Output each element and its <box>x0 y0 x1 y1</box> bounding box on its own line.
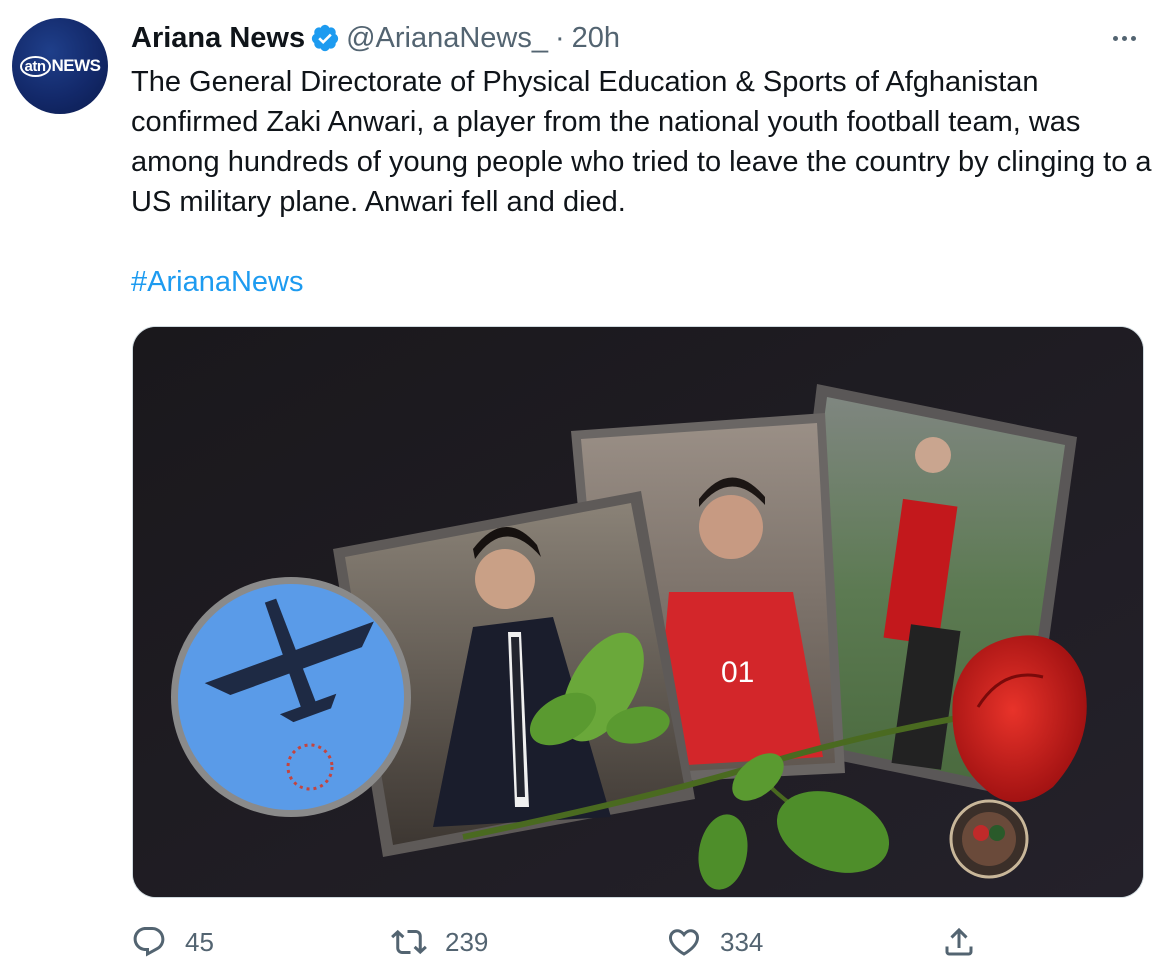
emblem-icon <box>949 799 1029 879</box>
avatar[interactable]: atn NEWS <box>12 18 108 114</box>
like-count: 334 <box>720 926 764 957</box>
hashtag-link[interactable]: #ArianaNews <box>131 262 303 302</box>
retweet-button[interactable]: 239 <box>391 920 488 964</box>
share-button[interactable] <box>941 920 977 964</box>
more-options-button[interactable] <box>1106 26 1142 50</box>
more-dot-icon <box>1130 35 1136 41</box>
reply-count: 45 <box>185 926 214 957</box>
tweet-media[interactable]: 01 <box>132 326 1144 898</box>
reply-button[interactable]: 45 <box>131 920 214 964</box>
share-icon <box>945 927 973 956</box>
timestamp[interactable]: 20h <box>572 22 620 55</box>
svg-text:01: 01 <box>721 656 754 689</box>
verified-badge-icon <box>311 24 339 52</box>
like-button[interactable]: 334 <box>666 920 763 964</box>
retweet-count: 239 <box>445 926 489 957</box>
reply-icon <box>133 927 165 957</box>
retweet-icon <box>391 929 427 955</box>
handle[interactable]: @ArianaNews_ <box>346 22 548 55</box>
more-dot-icon <box>1121 35 1127 41</box>
action-bar: 45 239 334 <box>131 920 1031 964</box>
tweet-text: The General Directorate of Physical Educ… <box>131 66 1152 218</box>
media-image: 01 <box>133 327 1143 897</box>
heart-icon <box>668 929 700 956</box>
tweet-header: Ariana News @ArianaNews_ · 20h <box>131 18 620 58</box>
display-name[interactable]: Ariana News <box>131 22 305 55</box>
separator-dot: · <box>555 21 565 54</box>
avatar-logo: atn NEWS <box>19 55 101 77</box>
more-dot-icon <box>1112 35 1118 41</box>
